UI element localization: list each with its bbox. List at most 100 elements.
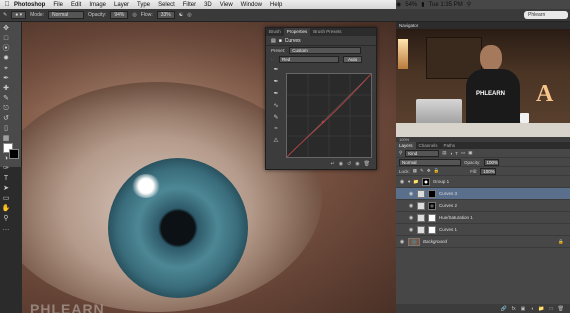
auto-button[interactable]: Auto	[343, 56, 363, 63]
visibility-eye-icon[interactable]: ◉	[408, 203, 414, 209]
filter-adjustment-icon[interactable]: ◑	[450, 151, 453, 156]
filter-shape-icon[interactable]: ▭	[461, 150, 465, 156]
healing-icon[interactable]: ✚	[1, 84, 11, 94]
pressure-opacity-icon[interactable]: ◎	[132, 12, 136, 18]
clipping-warning-icon[interactable]: ⚠	[270, 137, 282, 144]
workspace-search[interactable]: Phlearn	[524, 11, 568, 19]
layer-background[interactable]: ◉ Background 🔒	[396, 236, 570, 248]
app-menu[interactable]: Photoshop	[14, 2, 45, 8]
battery-icon[interactable]: ▮	[421, 1, 424, 8]
lock-image-icon[interactable]: ✎	[420, 168, 424, 174]
lock-position-icon[interactable]: ✥	[427, 168, 431, 174]
link-layers-icon[interactable]: 🔗	[500, 306, 506, 312]
menu-select[interactable]: Select	[158, 2, 175, 8]
fill-field[interactable]: 100%	[480, 167, 496, 175]
history-brush-icon[interactable]: ↺	[1, 114, 11, 124]
visibility-icon[interactable]: ◉	[355, 161, 359, 169]
menu-filter[interactable]: Filter	[183, 2, 196, 8]
crop-icon[interactable]: ⌖	[1, 64, 11, 74]
apple-icon[interactable]: 	[0, 1, 14, 8]
menu-type[interactable]: Type	[137, 2, 150, 8]
filter-smart-icon[interactable]: ▣	[468, 150, 472, 156]
move-icon[interactable]: ✥	[1, 24, 11, 34]
path-select-icon[interactable]: ➤	[1, 184, 11, 194]
opacity-field[interactable]: 94%	[110, 11, 129, 19]
layer-hue-saturation-1[interactable]: ◉ Hue/Saturation 1	[396, 212, 570, 224]
shape-icon[interactable]: ▭	[1, 194, 11, 204]
layer-mask-thumbnail[interactable]	[428, 213, 436, 222]
marquee-icon[interactable]: □	[1, 34, 11, 44]
visibility-eye-icon[interactable]: ◉	[399, 179, 405, 185]
menu-view[interactable]: View	[220, 2, 233, 8]
tab-properties[interactable]: Properties	[283, 28, 311, 36]
on-image-adjust-icon[interactable]: ☞	[271, 57, 275, 63]
blend-mode-select[interactable]: Normal	[399, 158, 461, 166]
disclosure-triangle-icon[interactable]: ▾	[408, 179, 410, 185]
new-adjustment-icon[interactable]: ◑	[530, 306, 533, 312]
white-point-eyedropper-icon[interactable]: ✒	[270, 90, 282, 97]
zoom-icon[interactable]: ⚲	[1, 214, 11, 224]
quick-select-icon[interactable]: ✹	[1, 54, 11, 64]
layer-group-1[interactable]: ◉ ▾ 📁 Group 1	[396, 176, 570, 188]
lock-transparency-icon[interactable]: ▦	[413, 168, 417, 174]
airbrush-icon[interactable]: ☯	[179, 12, 183, 18]
new-group-icon[interactable]: 📁	[538, 306, 544, 312]
black-point-eyedropper-icon[interactable]: ✒	[270, 66, 282, 73]
curve-points-icon[interactable]: ∿	[270, 102, 282, 109]
mode-select[interactable]: Normal	[48, 11, 85, 19]
clock[interactable]: Tue 1:35 PM	[429, 2, 463, 8]
layer-curves-3[interactable]: ◉ Curves 3	[396, 188, 570, 200]
tab-paths[interactable]: Paths	[441, 142, 459, 149]
layer-curves-2[interactable]: ◉ Curves 2	[396, 200, 570, 212]
hand-icon[interactable]: ✋	[1, 204, 11, 214]
clone-stamp-icon[interactable]: ⎋	[1, 104, 11, 114]
pen-icon[interactable]: ✑	[1, 164, 11, 174]
menu-help[interactable]: Help	[270, 2, 282, 8]
kind-select[interactable]: Kind	[405, 149, 440, 157]
layer-mask-thumbnail[interactable]	[428, 201, 436, 210]
type-icon[interactable]: T	[1, 174, 11, 184]
clip-to-layer-icon[interactable]: ↵	[330, 161, 334, 169]
visibility-eye-icon[interactable]: ◉	[408, 215, 414, 221]
add-mask-icon[interactable]: ▣	[521, 306, 526, 312]
layer-mask-thumbnail[interactable]	[428, 225, 436, 234]
delete-layer-icon[interactable]: 🗑	[558, 306, 564, 312]
flow-field[interactable]: 33%	[156, 11, 175, 19]
wifi-icon[interactable]: ◉	[396, 1, 401, 8]
brush-tool-icon[interactable]: ✎	[3, 12, 7, 18]
view-previous-icon[interactable]: ◉	[339, 161, 343, 169]
brush-size-picker[interactable]: ● ▾	[11, 11, 27, 19]
navigator-preview[interactable]: PHLEARN A	[396, 29, 570, 137]
smooth-icon[interactable]: ≈	[270, 126, 282, 132]
menu-edit[interactable]: Edit	[71, 2, 81, 8]
curve-graph[interactable]	[286, 73, 372, 158]
group-mask-thumbnail[interactable]	[421, 177, 430, 186]
filter-pixel-icon[interactable]: ▤	[442, 150, 446, 156]
new-layer-icon[interactable]: □	[550, 306, 553, 312]
gray-point-eyedropper-icon[interactable]: ✒	[270, 78, 282, 85]
menu-3d[interactable]: 3D	[204, 2, 212, 8]
tab-brush[interactable]: Brush	[266, 28, 284, 36]
tab-channels[interactable]: Channels	[416, 142, 441, 149]
visibility-eye-icon[interactable]: ◉	[408, 191, 414, 197]
preset-select[interactable]: Custom	[289, 47, 362, 54]
delete-icon[interactable]: 🗑	[364, 161, 370, 169]
mask-icon[interactable]: ■	[279, 38, 282, 44]
eraser-icon[interactable]: ▯	[1, 124, 11, 134]
reset-icon[interactable]: ↺	[347, 161, 351, 169]
tab-layers[interactable]: Layers	[396, 142, 416, 149]
navigator-tab[interactable]: Navigator	[396, 22, 570, 29]
layer-style-icon[interactable]: fx	[512, 306, 516, 312]
menu-image[interactable]: Image	[89, 2, 106, 8]
channel-select[interactable]: Red	[279, 56, 340, 63]
pencil-icon[interactable]: ✎	[270, 114, 282, 121]
more-tools-icon[interactable]: …	[1, 224, 11, 234]
brush-icon[interactable]: ✎	[1, 94, 11, 104]
lasso-icon[interactable]: ⦿	[1, 44, 11, 54]
tab-brush-presets[interactable]: Brush Presets	[310, 28, 344, 36]
layer-opacity-field[interactable]: 100%	[483, 158, 500, 166]
visibility-eye-icon[interactable]: ◉	[399, 239, 405, 245]
eyedropper-icon[interactable]: ✒	[1, 74, 11, 84]
menu-window[interactable]: Window	[241, 2, 262, 8]
filter-type-icon[interactable]: T	[455, 151, 458, 156]
